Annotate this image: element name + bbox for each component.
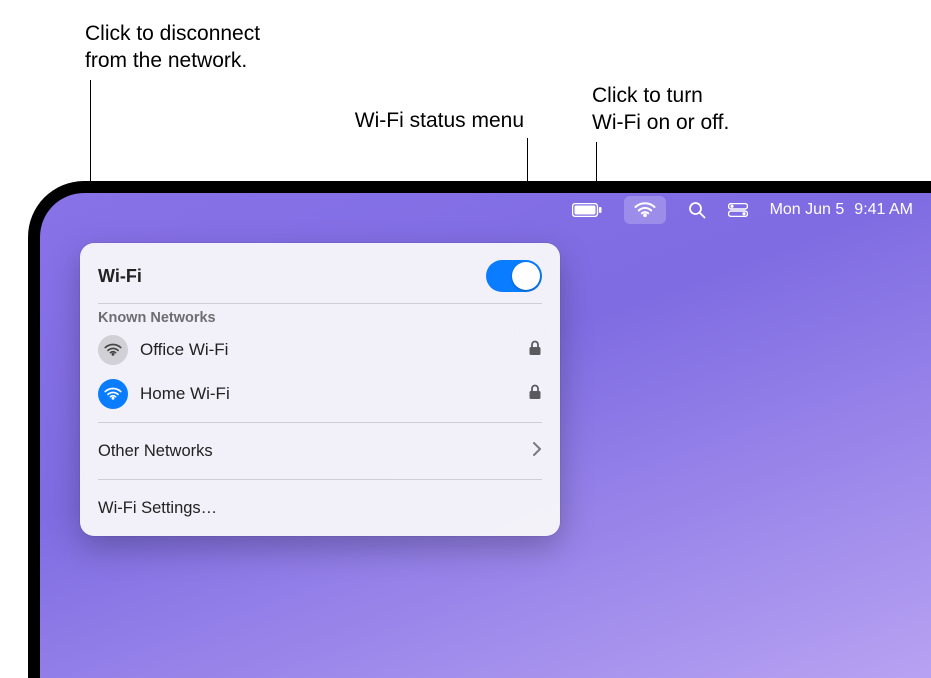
menu-bar: Mon Jun 5 9:41 AM bbox=[40, 193, 931, 227]
chevron-right-icon bbox=[532, 442, 542, 461]
menu-bar-time: 9:41 AM bbox=[854, 201, 913, 219]
spotlight-icon[interactable] bbox=[688, 193, 706, 227]
lock-icon bbox=[528, 340, 542, 361]
other-networks-label: Other Networks bbox=[98, 442, 213, 461]
wifi-panel: Wi-Fi Known Networks Office Wi-Fi bbox=[80, 243, 560, 536]
wifi-panel-title: Wi-Fi bbox=[98, 266, 142, 287]
divider bbox=[98, 479, 542, 480]
wifi-settings-label: Wi-Fi Settings… bbox=[98, 499, 217, 518]
wifi-toggle-knob bbox=[512, 262, 540, 290]
control-center-icon[interactable] bbox=[728, 193, 748, 227]
wifi-signal-icon bbox=[98, 379, 128, 409]
network-name: Office Wi-Fi bbox=[140, 340, 516, 360]
network-name: Home Wi-Fi bbox=[140, 384, 516, 404]
network-row-home[interactable]: Home Wi-Fi bbox=[98, 372, 542, 416]
callout-disconnect: Click to disconnect from the network. bbox=[85, 20, 345, 75]
wifi-toggle[interactable] bbox=[486, 260, 542, 292]
divider bbox=[98, 422, 542, 423]
callout-toggle: Click to turn Wi-Fi on or off. bbox=[592, 82, 812, 137]
wifi-settings-row[interactable]: Wi-Fi Settings… bbox=[80, 486, 560, 530]
other-networks-row[interactable]: Other Networks bbox=[80, 429, 560, 473]
divider bbox=[98, 303, 542, 304]
mac-screen: Mon Jun 5 9:41 AM Wi-Fi Known Networks bbox=[28, 181, 931, 678]
menu-bar-date: Mon Jun 5 bbox=[770, 201, 845, 219]
known-networks-header: Known Networks bbox=[98, 310, 542, 326]
callout-status-menu: Wi-Fi status menu bbox=[304, 107, 524, 134]
network-row-office[interactable]: Office Wi-Fi bbox=[98, 328, 542, 372]
wifi-status-menu-icon[interactable] bbox=[624, 196, 666, 224]
wifi-signal-icon bbox=[98, 335, 128, 365]
lock-icon bbox=[528, 384, 542, 405]
menu-bar-clock[interactable]: Mon Jun 5 9:41 AM bbox=[770, 193, 913, 227]
battery-icon[interactable] bbox=[572, 193, 602, 227]
